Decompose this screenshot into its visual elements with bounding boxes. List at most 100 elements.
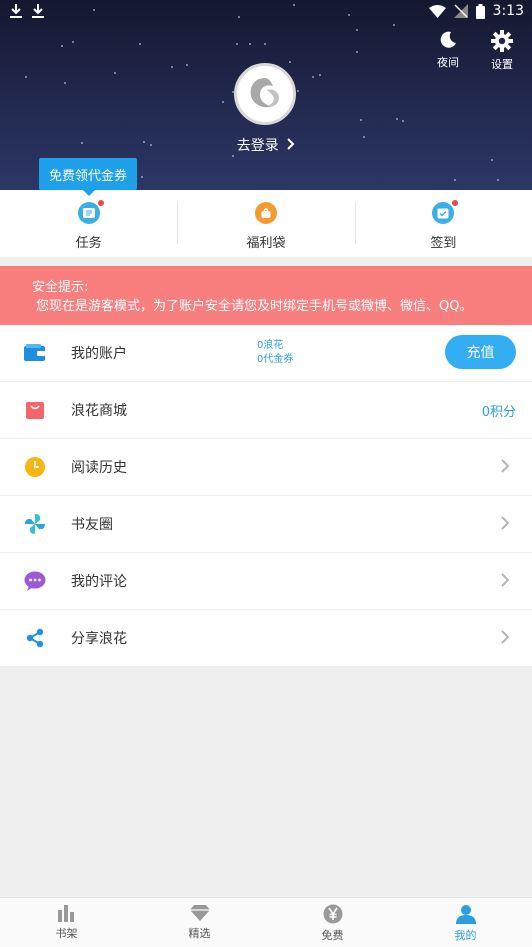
star-decoration bbox=[139, 43, 141, 45]
menu-row-mall[interactable]: 浪花商城 0积分 bbox=[0, 382, 532, 439]
tab-featured[interactable]: 精选 bbox=[133, 898, 266, 947]
star-decoration bbox=[236, 43, 238, 45]
menu-label: 阅读历史 bbox=[71, 460, 127, 476]
share-icon bbox=[24, 627, 46, 649]
no-signal-icon bbox=[453, 4, 468, 18]
voucher-balance: 0代金券 bbox=[257, 354, 294, 365]
bookshelf-icon bbox=[57, 905, 74, 922]
bottom-tab-bar: 书架 精选 免费 我的 bbox=[0, 897, 532, 947]
menu-row-account[interactable]: 我的账户 0浪花 0代金券 充值 bbox=[0, 325, 532, 382]
tab-mine[interactable]: 我的 bbox=[399, 898, 532, 947]
recharge-button[interactable]: 充值 bbox=[445, 335, 516, 369]
checkin-icon bbox=[432, 200, 459, 224]
star-decoration bbox=[289, 61, 291, 63]
warning-message: 您现在是游客模式，为了账户安全请您及时绑定手机号或微博、微信、QQ。 bbox=[36, 299, 473, 314]
status-time: 3:13 bbox=[492, 3, 524, 19]
menu-row-history[interactable]: 阅读历史 bbox=[0, 439, 532, 496]
gift-bag-icon bbox=[254, 202, 277, 224]
quick-action-task[interactable]: 任务 bbox=[0, 190, 177, 257]
chevron-right-icon bbox=[287, 138, 295, 150]
star-decoration bbox=[141, 176, 143, 178]
menu-row-share[interactable]: 分享浪花 bbox=[0, 610, 532, 666]
task-icon bbox=[77, 200, 104, 224]
avatar[interactable] bbox=[234, 63, 296, 125]
star-decoration bbox=[232, 155, 234, 157]
user-icon bbox=[455, 905, 476, 924]
star-decoration bbox=[312, 76, 314, 78]
star-decoration bbox=[360, 119, 362, 121]
star-decoration bbox=[249, 43, 251, 45]
menu-label: 分享浪花 bbox=[71, 631, 127, 647]
tab-label: 免费 bbox=[321, 929, 344, 942]
quick-action-checkin[interactable]: 签到 bbox=[354, 190, 532, 257]
battery-icon bbox=[475, 3, 485, 19]
login-link[interactable]: 去登录 bbox=[0, 135, 532, 155]
wifi-icon bbox=[428, 4, 446, 18]
tab-label: 书架 bbox=[55, 927, 78, 940]
login-label: 去登录 bbox=[236, 138, 279, 154]
langhua-balance: 0浪花 bbox=[257, 340, 284, 351]
comment-icon bbox=[24, 570, 46, 592]
star-decoration bbox=[72, 41, 74, 43]
star-decoration bbox=[171, 66, 173, 68]
download-icon bbox=[32, 4, 44, 18]
menu-label: 我的评论 bbox=[71, 574, 127, 590]
quick-action-gift-bag[interactable]: 福利袋 bbox=[177, 190, 354, 257]
star-decoration bbox=[25, 76, 27, 78]
star-decoration bbox=[396, 118, 398, 120]
menu-label: 我的账户 bbox=[71, 346, 127, 362]
star-decoration bbox=[264, 43, 266, 45]
yen-icon bbox=[323, 904, 342, 924]
star-decoration bbox=[356, 51, 358, 53]
status-bar: 3:13 bbox=[0, 0, 532, 26]
star-decoration bbox=[454, 179, 456, 181]
chevron-right-icon bbox=[501, 630, 510, 644]
moon-icon bbox=[440, 31, 456, 48]
menu-row-comments[interactable]: 我的评论 bbox=[0, 553, 532, 610]
menu-row-circle[interactable]: 书友圈 bbox=[0, 496, 532, 553]
chevron-right-icon bbox=[501, 573, 510, 587]
tab-label: 我的 bbox=[454, 929, 477, 942]
promo-text: 免费领代金券 bbox=[48, 168, 127, 184]
tab-label: 精选 bbox=[188, 927, 211, 940]
star-decoration bbox=[491, 159, 493, 161]
star-decoration bbox=[186, 64, 188, 66]
quick-actions: 任务 福利袋 签到 bbox=[0, 190, 532, 257]
settings-label: 设置 bbox=[491, 58, 513, 71]
star-decoration bbox=[402, 120, 404, 122]
wallet-icon bbox=[24, 342, 46, 364]
star-decoration bbox=[222, 101, 224, 103]
menu-list: 我的账户 0浪花 0代金券 充值 浪花商城 0积分 阅读历史 书友圈 我的评论 … bbox=[0, 325, 532, 666]
shopping-bag-icon bbox=[24, 399, 46, 421]
points-value: 0积分 bbox=[481, 405, 516, 420]
settings-button[interactable]: 设置 bbox=[486, 30, 518, 72]
voucher-promo-tip[interactable]: 免费领代金券 bbox=[39, 158, 137, 196]
gear-icon bbox=[491, 30, 513, 52]
tab-bookshelf[interactable]: 书架 bbox=[0, 898, 133, 947]
chevron-right-icon bbox=[501, 459, 510, 473]
task-badge bbox=[97, 200, 104, 206]
quick-action-label: 福利袋 bbox=[246, 236, 286, 251]
app-logo-icon bbox=[250, 78, 279, 108]
security-warning: 安全提示: 您现在是游客模式，为了账户安全请您及时绑定手机号或微博、微信、QQ。 bbox=[0, 266, 532, 325]
tab-free[interactable]: 免费 bbox=[266, 898, 399, 947]
pinwheel-icon bbox=[24, 513, 46, 535]
star-decoration bbox=[356, 29, 358, 31]
menu-label: 浪花商城 bbox=[71, 403, 127, 419]
menu-label: 书友圈 bbox=[71, 517, 113, 533]
chevron-right-icon bbox=[501, 516, 510, 530]
checkin-badge bbox=[452, 200, 459, 206]
star-decoration bbox=[497, 179, 499, 181]
star-decoration bbox=[61, 45, 63, 47]
warning-title: 安全提示: bbox=[32, 280, 89, 295]
quick-action-label: 任务 bbox=[75, 236, 102, 251]
star-decoration bbox=[319, 74, 321, 76]
star-decoration bbox=[297, 90, 299, 92]
account-balances: 0浪花 0代金券 bbox=[257, 339, 293, 367]
clock-icon bbox=[24, 456, 46, 478]
night-mode-button[interactable]: 夜间 bbox=[432, 30, 464, 72]
download-icon bbox=[10, 4, 22, 18]
star-decoration bbox=[114, 72, 116, 74]
diamond-icon bbox=[189, 905, 210, 921]
quick-action-label: 签到 bbox=[430, 236, 457, 251]
